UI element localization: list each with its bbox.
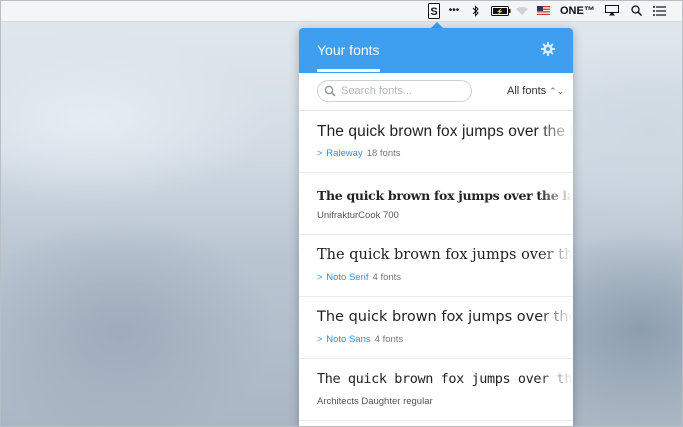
us-flag-icon[interactable] (536, 0, 550, 22)
gear-icon[interactable] (541, 42, 555, 56)
font-name: UnifrakturCook 700 (317, 210, 399, 221)
notification-center-icon[interactable] (651, 0, 667, 22)
font-count: 4 fonts (372, 272, 402, 283)
chevron-right-icon[interactable]: > (317, 334, 322, 344)
font-list-item[interactable]: The quick brown fox jumps over the lazy … (299, 235, 573, 297)
font-name: Architects Daughter regular (317, 396, 433, 407)
font-sample: The quick brown fox jumps over the lazy … (317, 188, 573, 203)
font-list-item[interactable]: The quick brown fox jumps over the lazy … (299, 297, 573, 359)
menu-bar: S ••• ⚡ ONE™ (0, 0, 683, 22)
fade-overlay (539, 111, 573, 172)
font-list-item[interactable]: The quick brown fox jumps over the lazy … (299, 359, 573, 421)
font-family-link[interactable]: Noto Serif (326, 272, 368, 283)
fade-overlay (539, 359, 573, 420)
font-list-item[interactable]: The quick brown fox jumps over the lazy … (299, 173, 573, 235)
font-sample: The quick brown fox jumps over the lazy … (317, 247, 573, 263)
search-row: All fonts⌃⌄ (299, 73, 573, 111)
fade-overlay (539, 297, 573, 358)
one-menu-item[interactable]: ONE™ (560, 0, 595, 22)
updown-chevron-icon: ⌃⌄ (549, 86, 565, 96)
fade-overlay (539, 235, 573, 296)
font-family-link[interactable]: Raleway (326, 148, 362, 159)
svg-text:⚡: ⚡ (496, 8, 503, 16)
battery-icon[interactable]: ⚡ (491, 0, 511, 22)
font-meta: > Noto Sans 4 fonts (317, 334, 403, 345)
bluetooth-icon[interactable] (470, 0, 482, 22)
font-sample: The quick brown fox jumps over the lazy … (317, 123, 573, 140)
font-family-link[interactable]: Noto Sans (326, 334, 370, 345)
font-sample: The quick brown fox jumps over the lazy … (317, 309, 573, 325)
spotlight-search-icon[interactable] (629, 0, 643, 22)
font-filter-select[interactable]: All fonts ⌃⌄ (507, 85, 564, 97)
wifi-icon[interactable] (515, 0, 529, 22)
fonts-popover: Your fonts All fonts⌃⌄ The qu (299, 28, 573, 427)
search-input[interactable] (341, 83, 466, 99)
font-list-item[interactable]: The quick brown fox jumps over the lazy … (299, 111, 573, 173)
skyfonts-menu-icon[interactable]: S (426, 0, 442, 22)
popover-title-tab[interactable]: Your fonts (317, 42, 380, 58)
font-sample: The quick brown fox jumps over the lazy … (317, 371, 573, 387)
more-icon[interactable]: ••• (446, 0, 462, 22)
popover-header: Your fonts (299, 28, 573, 73)
fade-overlay (539, 173, 573, 234)
airplay-icon[interactable] (604, 0, 620, 22)
font-meta: > Noto Serif 4 fonts (317, 272, 401, 283)
svg-text:S: S (430, 6, 437, 18)
search-box[interactable] (317, 80, 472, 102)
search-icon (324, 85, 336, 97)
font-meta: > Raleway 18 fonts (317, 148, 401, 159)
chevron-right-icon[interactable]: > (317, 148, 322, 158)
font-count: 4 fonts (374, 334, 404, 345)
chevron-right-icon[interactable]: > (317, 272, 322, 282)
active-tab-indicator (317, 69, 380, 72)
filter-label: All fonts (507, 85, 547, 97)
font-list: The quick brown fox jumps over the lazy … (299, 111, 573, 421)
font-count: 18 fonts (366, 148, 401, 159)
